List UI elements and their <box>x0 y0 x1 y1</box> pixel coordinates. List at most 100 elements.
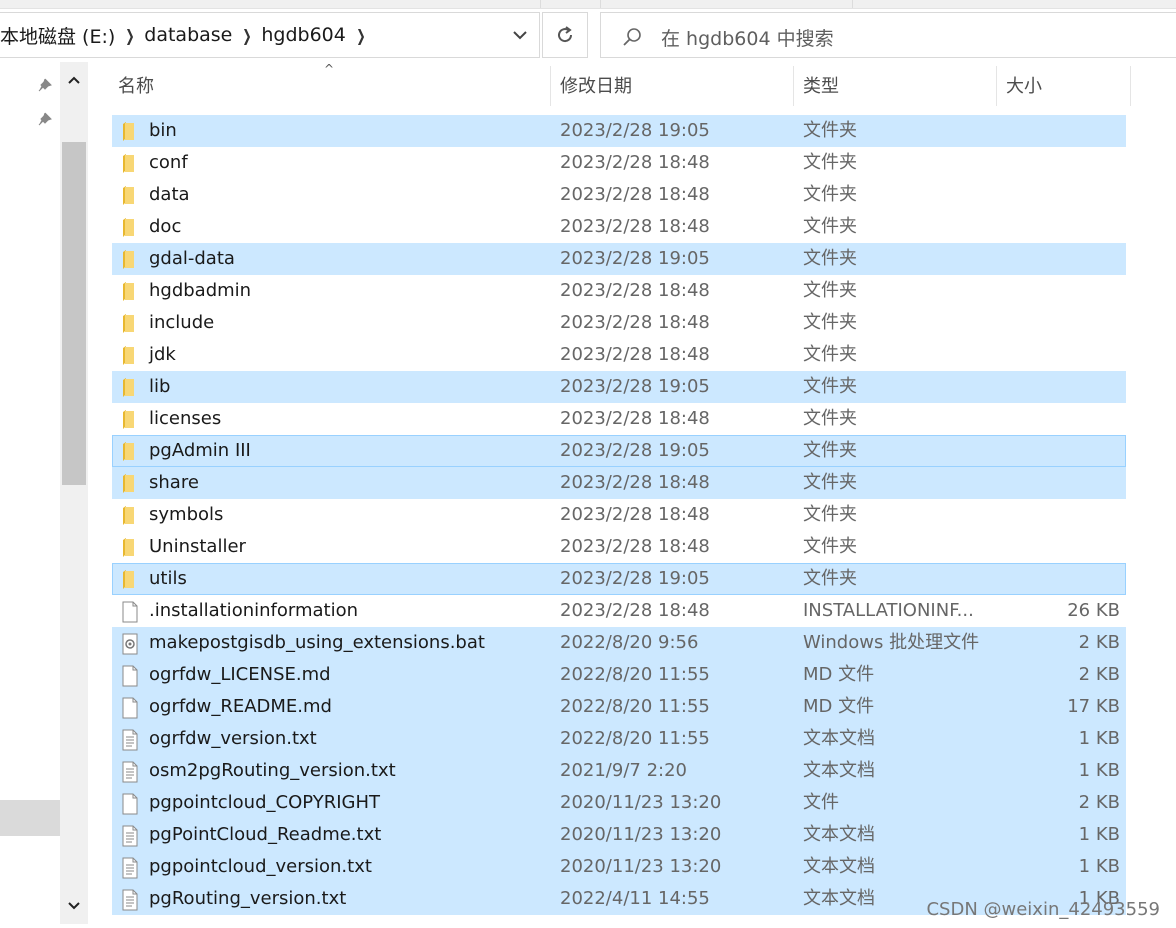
column-header-type[interactable]: 类型 <box>803 62 839 108</box>
pin-icon[interactable] <box>36 76 56 96</box>
file-name: symbols <box>149 504 224 525</box>
file-row[interactable]: ogrfdw_version.txt 2022/8/20 11:55 文本文档 1 K… <box>112 723 1126 755</box>
refresh-button[interactable] <box>542 12 588 58</box>
file-row[interactable]: Uninstaller 2023/2/28 18:48 文件夹 <box>112 531 1126 563</box>
file-row[interactable]: pgPointCloud_Readme.txt 2020/11/23 13:20 文… <box>112 819 1126 851</box>
folder-icon <box>121 121 135 141</box>
file-type: 文本文档 <box>803 728 875 749</box>
file-type: 文件夹 <box>803 152 857 173</box>
file-row[interactable]: doc 2023/2/28 18:48 文件夹 <box>112 211 1126 243</box>
file-row[interactable]: lib 2023/2/28 19:05 文件夹 <box>112 371 1126 403</box>
file-type: 文件夹 <box>803 376 857 397</box>
file-name: hgdbadmin <box>149 280 252 301</box>
file-date: 2020/11/23 13:20 <box>560 856 722 877</box>
breadcrumb-item-hgdb604[interactable]: hgdb604 <box>261 24 346 46</box>
column-header: ^ 名称 修改日期 类型 大小 <box>92 62 1176 112</box>
chevron-right-icon[interactable]: ❯ <box>242 26 252 45</box>
file-date: 2020/11/23 13:20 <box>560 824 722 845</box>
breadcrumb-item-drive[interactable]: 本地磁盘 (E:) <box>0 22 115 49</box>
file-row[interactable]: pgpointcloud_COPYRIGHT 2020/11/23 13:20 文件… <box>112 787 1126 819</box>
file-row[interactable]: makepostgisdb_using_extensions.bat 2022/8… <box>112 627 1126 659</box>
folder-icon <box>121 441 135 461</box>
file-type: 文件夹 <box>803 184 857 205</box>
column-header-date[interactable]: 修改日期 <box>560 62 632 108</box>
file-name: conf <box>149 152 188 173</box>
folder-icon <box>121 345 135 365</box>
file-type: 文件夹 <box>803 120 857 141</box>
breadcrumb-item-database[interactable]: database <box>144 24 232 46</box>
file-name: ogrfdw_LICENSE.md <box>149 664 331 685</box>
file-name: osm2pgRouting_version.txt <box>149 760 396 781</box>
file-row[interactable]: .installationinformation 2023/2/28 18:48 I… <box>112 595 1126 627</box>
navigation-pane <box>0 62 60 928</box>
text-file-icon <box>121 729 139 751</box>
file-row[interactable]: pgAdmin III 2023/2/28 19:05 文件夹 <box>112 435 1126 467</box>
file-date: 2023/2/28 19:05 <box>560 248 710 269</box>
nav-scrollbar[interactable] <box>60 62 88 924</box>
chevron-right-icon[interactable]: ❯ <box>356 26 366 45</box>
chevron-up-icon <box>68 76 80 84</box>
file-type: 文本文档 <box>803 888 875 909</box>
file-name: pgpointcloud_version.txt <box>149 856 372 877</box>
file-date: 2023/2/28 18:48 <box>560 536 710 557</box>
file-date: 2020/11/23 13:20 <box>560 792 722 813</box>
file-row[interactable]: include 2023/2/28 18:48 文件夹 <box>112 307 1126 339</box>
file-size: 17 KB <box>1067 696 1120 717</box>
file-row[interactable]: jdk 2023/2/28 18:48 文件夹 <box>112 339 1126 371</box>
file-type: 文件夹 <box>803 504 857 525</box>
pin-icon[interactable] <box>36 110 56 130</box>
file-row[interactable]: ogrfdw_README.md 2022/8/20 11:55 MD 文件 17 K… <box>112 691 1126 723</box>
search-icon <box>623 28 641 46</box>
file-type: 文件 <box>803 792 839 813</box>
column-header-size[interactable]: 大小 <box>1006 62 1042 108</box>
chevron-down-icon <box>513 31 527 40</box>
chevron-right-icon[interactable]: ❯ <box>125 26 135 45</box>
file-icon <box>121 665 139 687</box>
scrollbar-thumb[interactable] <box>62 142 86 485</box>
folder-icon <box>121 537 135 557</box>
file-row[interactable]: share 2023/2/28 18:48 文件夹 <box>112 467 1126 499</box>
file-row[interactable]: bin 2023/2/28 19:05 文件夹 <box>112 115 1126 147</box>
file-row[interactable]: gdal-data 2023/2/28 19:05 文件夹 <box>112 243 1126 275</box>
file-type: 文件夹 <box>803 344 857 365</box>
folder-icon <box>121 505 135 525</box>
file-list: bin 2023/2/28 19:05 文件夹 conf 2023/2/28 18:48… <box>112 115 1126 915</box>
file-name: jdk <box>149 344 176 365</box>
file-name: .installationinformation <box>149 600 358 621</box>
search-box[interactable]: 在 hgdb604 中搜索 <box>600 12 1176 58</box>
file-row[interactable]: osm2pgRouting_version.txt 2021/9/7 2:20 文本… <box>112 755 1126 787</box>
file-name: gdal-data <box>149 248 235 269</box>
scroll-up-button[interactable] <box>60 62 88 98</box>
file-size: 1 KB <box>1078 728 1120 749</box>
file-date: 2023/2/28 18:48 <box>560 472 710 493</box>
column-header-name[interactable]: 名称 <box>118 62 154 108</box>
navigation-selected-item[interactable] <box>0 800 60 836</box>
scroll-down-button[interactable] <box>60 888 88 924</box>
folder-icon <box>121 377 135 397</box>
file-date: 2023/2/28 19:05 <box>560 120 710 141</box>
file-date: 2023/2/28 18:48 <box>560 344 710 365</box>
file-date: 2021/9/7 2:20 <box>560 760 687 781</box>
file-name: pgAdmin III <box>149 440 251 461</box>
file-size: 26 KB <box>1067 600 1120 621</box>
address-bar[interactable]: 本地磁盘 (E:) ❯ database ❯ hgdb604 ❯ <box>0 12 540 58</box>
file-row[interactable]: hgdbadmin 2023/2/28 18:48 文件夹 <box>112 275 1126 307</box>
file-row[interactable]: ogrfdw_LICENSE.md 2022/8/20 11:55 MD 文件 2 K… <box>112 659 1126 691</box>
file-row[interactable]: data 2023/2/28 18:48 文件夹 <box>112 179 1126 211</box>
file-name: include <box>149 312 215 333</box>
address-history-dropdown[interactable] <box>505 13 535 57</box>
file-type: 文件夹 <box>803 216 857 237</box>
file-date: 2022/8/20 11:55 <box>560 664 710 685</box>
file-date: 2023/2/28 18:48 <box>560 184 710 205</box>
folder-icon <box>121 409 135 429</box>
file-row[interactable]: symbols 2023/2/28 18:48 文件夹 <box>112 499 1126 531</box>
file-type: 文本文档 <box>803 824 875 845</box>
file-row[interactable]: pgpointcloud_version.txt 2020/11/23 13:20… <box>112 851 1126 883</box>
file-row[interactable]: licenses 2023/2/28 18:48 文件夹 <box>112 403 1126 435</box>
file-row[interactable]: utils 2023/2/28 19:05 文件夹 <box>112 563 1126 595</box>
file-name: pgpointcloud_COPYRIGHT <box>149 792 380 813</box>
folder-icon <box>121 473 135 493</box>
file-size: 2 KB <box>1078 632 1120 653</box>
file-date: 2023/2/28 19:05 <box>560 568 710 589</box>
file-row[interactable]: conf 2023/2/28 18:48 文件夹 <box>112 147 1126 179</box>
